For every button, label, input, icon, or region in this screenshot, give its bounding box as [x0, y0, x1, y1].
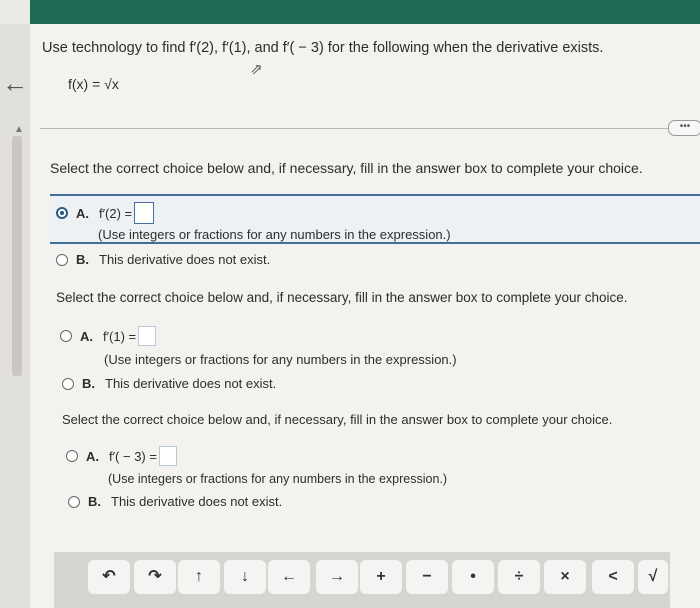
undo-key-icon[interactable]: ↶ — [88, 560, 130, 594]
left-nav-strip: ← ▲ — [0, 24, 30, 608]
arrow-right-key-icon[interactable]: → — [316, 560, 358, 594]
choice-expression: f′(1) = — [103, 328, 137, 344]
hint-1: (Use integers or fractions for any numbe… — [98, 227, 451, 242]
minus-key-icon[interactable]: − — [406, 560, 448, 594]
choice-a-3[interactable]: A. f′( − 3) = — [66, 446, 177, 466]
choice-text: This derivative does not exist. — [105, 376, 277, 391]
choice-b-3[interactable]: B. This derivative does not exist. — [68, 494, 282, 509]
question-text: Use technology to find f′(2), f′(1), and… — [42, 40, 604, 56]
choice-expression: f′( − 3) = — [109, 448, 157, 464]
hint-3: (Use integers or fractions for any numbe… — [108, 472, 448, 486]
choice-text: This derivative does not exist. — [99, 252, 271, 267]
times-key-icon[interactable]: × — [544, 560, 586, 594]
choice-letter: B. — [82, 376, 95, 391]
mouse-cursor-icon: ⇗ — [250, 61, 263, 78]
choice-letter: B. — [88, 494, 101, 509]
radio-icon[interactable] — [66, 450, 78, 462]
arrow-left-key-icon[interactable]: ← — [268, 560, 310, 594]
choice-text: This derivative does not exist. — [111, 494, 283, 509]
redo-key-icon[interactable]: ↷ — [134, 560, 176, 594]
scroll-up-icon[interactable]: ▲ — [14, 124, 24, 135]
section-divider — [40, 128, 680, 129]
instruction-3: Select the correct choice below and, if … — [62, 412, 613, 427]
sqrt-key-icon[interactable]: √ — [638, 560, 668, 594]
choice-letter: A. — [86, 448, 99, 464]
radio-icon[interactable] — [56, 253, 68, 266]
choice-letter: A. — [80, 328, 93, 344]
choice-letter: A. — [76, 205, 89, 221]
arrow-down-key-icon[interactable]: ↓ — [224, 560, 266, 594]
math-toolbar: ↶ ↷ ↑ ↓ ← → + − • ÷ × < √ — [54, 552, 670, 608]
choice-a-2[interactable]: A. f′(1) = — [60, 326, 157, 346]
plus-key-icon[interactable]: + — [360, 560, 402, 594]
scrollbar[interactable] — [12, 136, 22, 376]
choice-expression: f′(2) = — [99, 205, 133, 221]
instruction-2: Select the correct choice below and, if … — [56, 290, 628, 305]
radio-icon[interactable] — [62, 377, 74, 390]
choice-b-2[interactable]: B. This derivative does not exist. — [62, 376, 276, 391]
answer-input-1[interactable] — [134, 202, 155, 224]
choice-a-1[interactable]: A. f′(2) = — [56, 202, 155, 224]
question-panel: Use technology to find f′(2), f′(1), and… — [30, 24, 700, 608]
choice-letter: B. — [76, 252, 89, 267]
choice-b-1[interactable]: B. This derivative does not exist. — [56, 252, 270, 267]
less-than-key-icon[interactable]: < — [592, 560, 634, 594]
back-arrow-icon[interactable]: ← — [2, 68, 28, 99]
divide-key-icon[interactable]: ÷ — [498, 560, 540, 594]
instruction-1: Select the correct choice below and, if … — [50, 160, 643, 176]
answer-input-2[interactable] — [138, 326, 157, 346]
dot-key-icon[interactable]: • — [452, 560, 494, 594]
radio-selected-icon[interactable] — [56, 207, 68, 219]
hint-2: (Use integers or fractions for any numbe… — [104, 352, 457, 367]
top-header-bar — [30, 0, 700, 24]
function-expression: f(x) = √x — [68, 76, 119, 92]
radio-icon[interactable] — [60, 330, 72, 342]
answer-input-3[interactable] — [158, 446, 177, 466]
more-button[interactable]: ••• — [668, 120, 700, 136]
radio-icon[interactable] — [68, 495, 80, 508]
arrow-up-key-icon[interactable]: ↑ — [178, 560, 220, 594]
